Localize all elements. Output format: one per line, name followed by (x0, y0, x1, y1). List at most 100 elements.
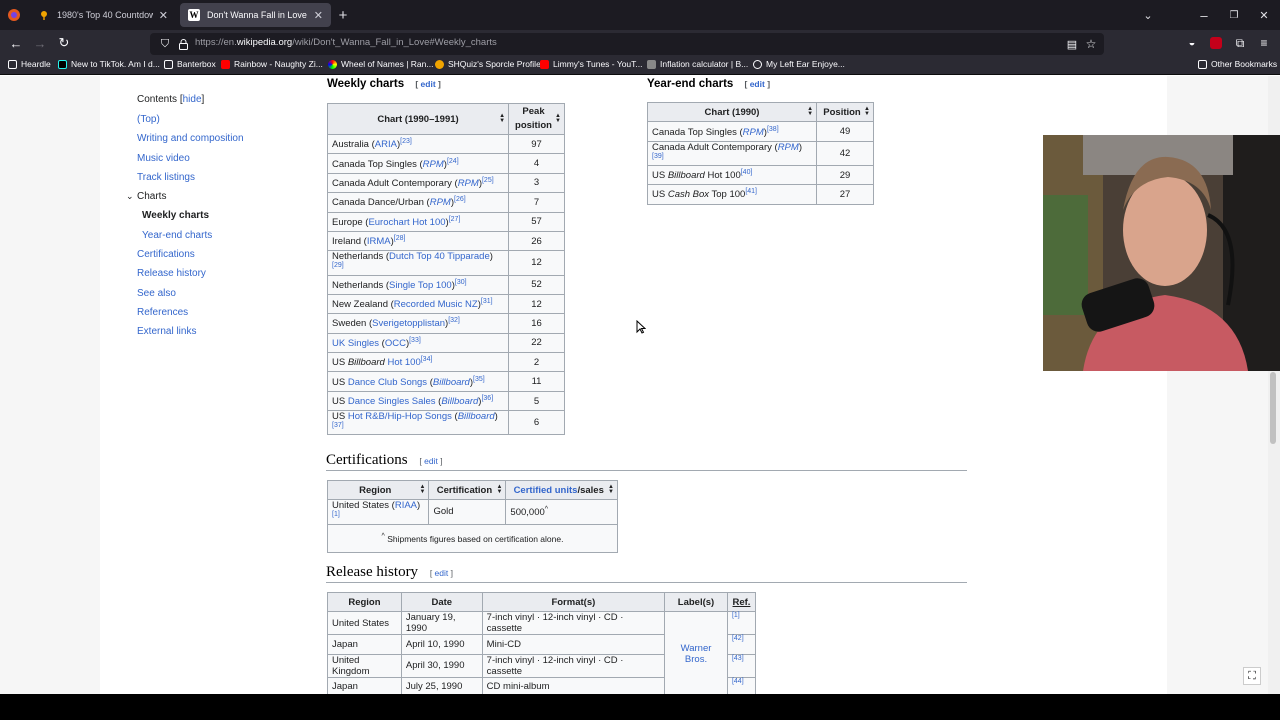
certified-units-link[interactable]: Certified units (514, 485, 578, 496)
sort-arrows-icon[interactable]: ▲ ▼ (496, 484, 502, 495)
column-header-chart[interactable]: Chart (1990) ▲ ▼ (646, 101, 818, 123)
sort-arrows-icon[interactable]: ▲ ▼ (555, 113, 561, 124)
billboard-link[interactable]: Billboard (433, 377, 470, 388)
citation[interactable]: [31] (481, 298, 493, 305)
riaa-link[interactable]: RIAA (395, 500, 417, 511)
billboard-link[interactable]: Billboard (441, 396, 478, 407)
close-window-icon[interactable]: ✕ (1256, 6, 1272, 24)
citation[interactable]: [43] (732, 655, 744, 662)
toc-item-release-history[interactable]: Release history (137, 268, 206, 279)
citation[interactable]: [1] (332, 511, 340, 518)
hamburger-menu-icon[interactable]: ≡ (1255, 34, 1273, 52)
bookmark-tiktok[interactable]: New to TikTok. Am I d... (58, 59, 160, 69)
tab-list-chevron-icon[interactable]: ⌄ (1140, 6, 1156, 24)
reader-view-icon[interactable]: ▤ (1063, 35, 1081, 53)
back-arrow-icon[interactable]: ← (7, 34, 25, 52)
citation[interactable]: [42] (732, 635, 744, 642)
lock-icon[interactable] (174, 35, 192, 53)
citation[interactable]: [30] (455, 279, 467, 286)
citation[interactable]: [28] (394, 235, 406, 242)
edit-link[interactable]: edit (750, 79, 765, 89)
sort-arrows-icon[interactable]: ▲ ▼ (864, 106, 870, 117)
column-header-ref[interactable]: Ref. (726, 591, 757, 613)
citation[interactable]: [26] (454, 196, 466, 203)
bookmark-heardle[interactable]: Heardle (8, 59, 51, 69)
scrollbar-thumb[interactable] (1270, 372, 1276, 444)
bookmark-wheel[interactable]: Wheel of Names | Ran... (328, 59, 433, 69)
bookmark-sporcle[interactable]: SHQuiz's Sporcle Profile (435, 59, 541, 69)
chart-link[interactable]: IRMA (367, 236, 391, 247)
sort-arrows-icon[interactable]: ▲ ▼ (608, 484, 614, 495)
toc-collapse-chevron-icon[interactable]: ⌄ (126, 191, 134, 202)
toc-item-references[interactable]: References (137, 307, 188, 318)
toc-item-top[interactable]: (Top) (137, 114, 160, 125)
bookmark-rainbow[interactable]: Rainbow - Naughty Zi... (221, 59, 323, 69)
toc-item-track-listings[interactable]: Track listings (137, 172, 195, 183)
chart-link[interactable]: RPM (423, 159, 444, 170)
chart-link[interactable]: Dance Singles Sales (348, 396, 436, 407)
sort-arrows-icon[interactable]: ▲ ▼ (499, 113, 505, 124)
new-tab-icon[interactable]: + (335, 6, 351, 24)
column-header-certification[interactable]: Certification ▲ ▼ (428, 479, 507, 501)
column-header-peak[interactable]: Peak position ▲ ▼ (508, 103, 565, 135)
bookmark-banterbox[interactable]: Banterbox (164, 59, 216, 69)
chart-link[interactable]: Single Top 100 (389, 280, 452, 291)
toc-item-year-end-charts[interactable]: Year-end charts (142, 230, 212, 241)
bookmark-limmy[interactable]: Limmy's Tunes - YouT... (540, 59, 643, 69)
citation[interactable]: [32] (448, 317, 460, 324)
restore-icon[interactable]: ❐ (1226, 6, 1242, 24)
column-header-region[interactable]: Region (327, 591, 402, 613)
toc-item-certifications[interactable]: Certifications (137, 249, 195, 260)
pocket-icon[interactable]: ◒ (1183, 34, 1201, 52)
chart-link[interactable]: Recorded Music NZ (394, 299, 478, 310)
shield-icon[interactable]: ⛉ (156, 35, 174, 53)
sort-arrows-icon[interactable]: ▲ ▼ (807, 106, 813, 117)
column-header-formats[interactable]: Format(s) (481, 591, 666, 613)
citation[interactable]: [41] (745, 188, 757, 195)
citation[interactable]: [39] (652, 153, 664, 160)
tab-countdown[interactable]: 1980's Top 40 Countdown (clip ✕ (30, 3, 176, 27)
billboard-link[interactable]: Billboard (458, 411, 495, 422)
column-header-position[interactable]: Position ▲ ▼ (816, 101, 874, 123)
edit-link[interactable]: edit (424, 456, 438, 466)
chart-text[interactable]: Hot 100 (385, 357, 420, 368)
bookmark-star-icon[interactable]: ☆ (1082, 35, 1100, 53)
rpm-link[interactable]: RPM (743, 127, 764, 138)
toc-item-external-links[interactable]: External links (137, 326, 196, 337)
citation[interactable]: [33] (409, 337, 421, 344)
close-tab-icon[interactable]: ✕ (159, 9, 168, 22)
column-header-labels[interactable]: Label(s) (664, 591, 728, 613)
citation[interactable]: [24] (447, 158, 459, 165)
toc-item-charts[interactable]: Charts (137, 191, 166, 202)
chart-link[interactable]: UK Singles (332, 338, 379, 349)
minimize-icon[interactable]: – (1196, 6, 1212, 24)
url-text[interactable]: https://en.wikipedia.org/wiki/Don't_Wann… (195, 37, 497, 48)
citation[interactable]: [1] (732, 612, 740, 619)
bookmark-left-ear[interactable]: My Left Ear Enjoye... (753, 59, 845, 69)
citation[interactable]: [40] (741, 169, 753, 176)
column-header-chart[interactable]: Chart (1990–1991) ▲ ▼ (326, 103, 510, 135)
extension-red-icon[interactable] (1207, 34, 1225, 52)
chart-link[interactable]: ARIA (375, 139, 397, 150)
chart-link[interactable]: Billboard (348, 357, 385, 368)
citation[interactable]: [36] (481, 395, 493, 402)
chart-link[interactable]: Dutch Top 40 Tipparade (389, 251, 490, 262)
chart-link[interactable]: Sverigetopplistan (372, 319, 445, 330)
chart-link[interactable]: RPM (458, 178, 479, 189)
toc-item-see-also[interactable]: See also (137, 288, 176, 299)
bookmark-inflation[interactable]: Inflation calculator | B... (647, 59, 748, 69)
forward-arrow-icon[interactable]: → (31, 34, 49, 52)
toc-item-music-video[interactable]: Music video (137, 153, 190, 164)
citation[interactable]: [35] (473, 376, 485, 383)
label-link[interactable]: Warner Bros. (664, 611, 728, 694)
address-bar[interactable]: ⛉ https://en.wikipedia.org/wiki/Don't_Wa… (150, 33, 1104, 55)
citation[interactable]: [44] (732, 678, 744, 685)
reload-icon[interactable]: ↻ (55, 34, 73, 52)
citation[interactable]: [38] (767, 126, 779, 133)
fullscreen-icon[interactable]: ⛶ (1243, 667, 1261, 685)
bookmark-other[interactable]: Other Bookmarks (1198, 59, 1277, 69)
tab-wikipedia[interactable]: W Don't Wanna Fall in Love - Wiki ✕ (180, 3, 331, 27)
citation[interactable]: [34] (421, 356, 433, 363)
citation[interactable]: [25] (482, 177, 494, 184)
citation[interactable]: [29] (332, 262, 344, 269)
